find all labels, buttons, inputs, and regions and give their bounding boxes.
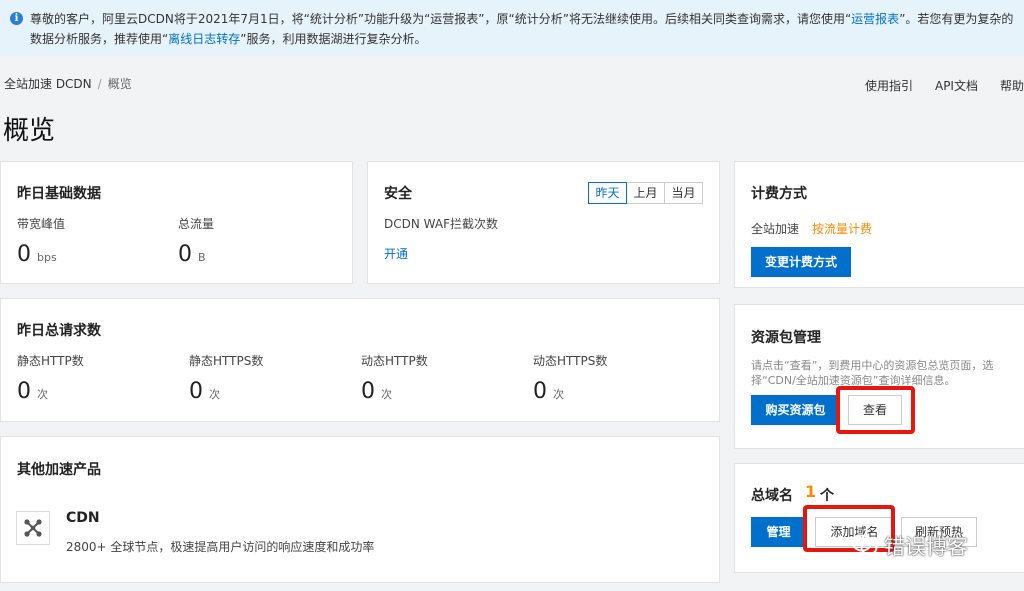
static-http-unit: 次 [37,388,48,401]
billing-title: 计费方式 [751,186,807,202]
bandwidth-value-wrap: 0 bps [17,242,57,267]
cdn-name[interactable]: CDN [66,510,100,526]
dynamic-http-value-wrap: 0次 [361,379,392,404]
billing-method: 按流量计费 [812,222,873,236]
bandwidth-unit: bps [37,251,57,264]
api-docs-link[interactable]: API文档 [935,79,978,93]
static-http-value: 0 [17,379,31,404]
static-https-value-wrap: 0次 [189,379,220,404]
dynamic-https-label: 动态HTTPS数 [533,354,608,368]
other-products-card: 其他加速产品 CDN 2800+ 全球节点，极速提高用户访问的响应速度和成功率 [0,436,720,583]
dynamic-https-value: 0 [533,379,547,404]
highlight-box-add-domain [803,505,895,552]
security-title: 安全 [384,186,412,202]
breadcrumb: 全站加速 DCDN / 概览 [4,75,132,92]
page-title: 概览 [3,116,56,146]
waf-label: DCDN WAF拦截次数 [384,217,498,231]
dynamic-https-value-wrap: 0次 [533,379,564,404]
guide-link[interactable]: 使用指引 [865,79,913,93]
domains-count: 1 [805,482,817,501]
basic-data-title: 昨日基础数据 [17,186,101,202]
domains-unit: 个 [820,488,834,504]
buy-package-button[interactable]: 购买资源包 [751,395,840,425]
traffic-label: 总流量 [178,217,215,231]
breadcrumb-separator: / [97,77,102,91]
traffic-value-wrap: 0B [178,242,206,267]
info-icon: i [10,12,23,25]
breadcrumb-current: 概览 [107,77,132,91]
top-links: 使用指引 API文档 帮助 [843,77,1024,94]
bandwidth-value: 0 [17,242,31,267]
package-desc: 请点击“查看”，到费用中心的资源包总览页面，选择“CDN/全站加速资源包”查询详… [751,359,994,387]
manage-domains-button[interactable]: 管理 [751,517,806,547]
breadcrumb-root[interactable]: 全站加速 DCDN [4,77,92,91]
security-period-tabs: 昨天 上月 当月 [588,182,703,204]
cdn-network-icon [16,511,50,545]
highlight-box-view [836,386,915,434]
cdn-desc: 2800+ 全球节点，极速提高用户访问的响应速度和成功率 [66,540,375,554]
package-title: 资源包管理 [751,330,821,346]
static-http-label: 静态HTTP数 [17,354,84,368]
security-card: 安全 昨天 上月 当月 DCDN WAF拦截次数 开通 [367,161,720,284]
dynamic-http-unit: 次 [381,388,392,401]
help-link[interactable]: 帮助 [1000,79,1024,93]
traffic-value: 0 [178,242,192,267]
static-http-value-wrap: 0次 [17,379,48,404]
requests-card: 昨日总请求数 静态HTTP数 0次 静态HTTPS数 0次 动态HTTP数 0次… [0,298,720,422]
change-billing-button[interactable]: 变更计费方式 [751,247,851,277]
log-dump-link[interactable]: 离线日志转存 [168,32,240,46]
billing-card: 计费方式 全站加速 按流量计费 变更计费方式 [734,161,1024,288]
tab-last-month[interactable]: 上月 [626,182,665,204]
dynamic-https-unit: 次 [553,388,564,401]
wechat-icon [852,534,878,555]
domains-title: 总域名 [751,488,793,504]
notice-banner: i 尊敬的客户，阿里云DCDN将于2021年7月1日，将“统计分析”功能升级为“… [0,0,1024,56]
tab-this-month[interactable]: 当月 [664,182,703,204]
dynamic-http-value: 0 [361,379,375,404]
watermark-text: 错误博客 [884,535,968,559]
traffic-unit: B [198,251,206,264]
ops-report-link[interactable]: 运营报表 [851,12,899,26]
static-https-value: 0 [189,379,203,404]
billing-product: 全站加速 [751,222,800,236]
basic-data-card: 昨日基础数据 带宽峰值 0 bps 总流量 0B [0,161,353,284]
dynamic-http-label: 动态HTTP数 [361,354,428,368]
other-products-title: 其他加速产品 [17,462,101,478]
enable-waf-link[interactable]: 开通 [384,245,408,262]
requests-title: 昨日总请求数 [17,323,101,339]
notice-text-1: 尊敬的客户，阿里云DCDN将于2021年7月1日，将“统计分析”功能升级为“运营… [30,12,852,26]
notice-text-3: ”服务，利用数据湖进行复杂分析。 [240,32,427,46]
tab-yesterday[interactable]: 昨天 [588,182,627,204]
bandwidth-label: 带宽峰值 [17,217,66,231]
static-https-label: 静态HTTPS数 [189,354,264,368]
static-https-unit: 次 [209,388,220,401]
